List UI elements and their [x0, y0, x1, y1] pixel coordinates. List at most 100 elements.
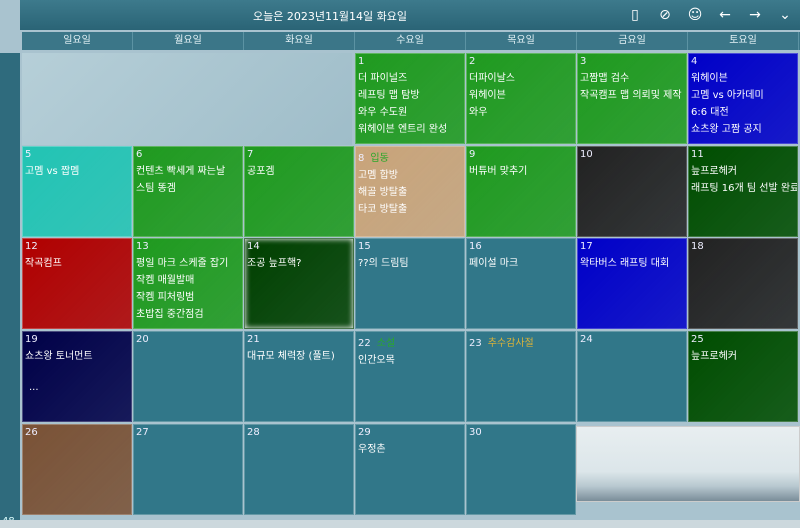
event-item[interactable]: 인간오목 [358, 352, 462, 369]
event-item[interactable]: 늪프로헤커 [691, 348, 795, 365]
arrow-left-icon[interactable]: ← [716, 5, 734, 25]
day-cell[interactable]: 1 더 파이널즈 레프팅 맵 탐방 와우 수도원 워헤이븐 엔트리 완성 [355, 53, 465, 144]
event-item[interactable]: 작곡캠프 맵 의뢰및 제작 [580, 87, 684, 104]
day-cell[interactable]: 7 공포겜 [244, 146, 354, 237]
event-item[interactable]: 더 파이널즈 [358, 70, 462, 87]
holiday-label: 소설 [376, 338, 396, 349]
event-item[interactable]: ... [25, 379, 129, 396]
day-number: 19 [25, 334, 38, 345]
day-cell[interactable]: 16 페이설 마크 [466, 238, 576, 329]
weekday-label: 화요일 [244, 32, 355, 50]
event-item[interactable]: 워헤이븐 엔트리 완성 [358, 121, 462, 138]
event-item[interactable]: 공포겜 [247, 163, 351, 180]
day-cell[interactable]: 15 ??의 드림팀 [355, 238, 465, 329]
day-cell[interactable]: 22 소설 인간오목 [355, 331, 465, 422]
event-item[interactable]: 페이설 마크 [469, 255, 573, 272]
day-number: 8 [358, 153, 365, 164]
event-item[interactable]: 해골 방탈출 [358, 184, 462, 201]
event-item[interactable]: 쇼츠왕 토너먼트 [25, 348, 129, 365]
day-cell[interactable]: 29 우정촌 [355, 424, 465, 515]
chevron-down-icon[interactable]: ⌄ [776, 5, 794, 25]
event-item[interactable]: 대규모 체력장 (풀트) [247, 348, 351, 365]
day-number: 29 [358, 427, 371, 438]
event-item[interactable]: 조공 늪프핵? [247, 255, 351, 272]
event-item[interactable]: 래프팅 16개 팀 선발 완료 [691, 180, 797, 197]
day-cell[interactable]: 13 평일 마크 스케줄 잡기 작켐 매월발매 작켐 피처링범 초밥집 중간점검 [133, 238, 243, 329]
event-item[interactable]: 고멤 vs 짭멤 [25, 163, 129, 180]
day-cell[interactable]: 4 워헤이븐 고멤 vs 아카데미 6:6 대전 쇼츠왕 고짬 공지 [688, 53, 798, 144]
bottom-bar [0, 520, 800, 528]
event-item[interactable]: 와우 수도원 [358, 104, 462, 121]
event-item[interactable]: 늪프로헤커 [691, 163, 795, 180]
event-item[interactable]: 와우 [469, 104, 573, 121]
day-number: 15 [358, 241, 371, 252]
day-number: 26 [25, 427, 38, 438]
event-item[interactable]: 6:6 대전 [691, 104, 795, 121]
event-item[interactable]: 워헤이븐 [469, 87, 573, 104]
day-number: 13 [136, 241, 149, 252]
day-cell[interactable]: 26 [22, 424, 132, 515]
event-item[interactable]: 고멤 vs 아카데미 [691, 87, 795, 104]
weekday-label: 금요일 [577, 32, 688, 50]
event-item[interactable]: 타코 방탈출 [358, 201, 462, 218]
day-cell[interactable]: 18 [688, 238, 798, 329]
event-item[interactable]: 컨텐츠 빡세게 짜는날 [136, 163, 240, 180]
event-item[interactable]: 평일 마크 스케줄 잡기 [136, 255, 240, 272]
day-cell[interactable]: 28 [244, 424, 354, 515]
day-number: 7 [247, 149, 254, 160]
event-item[interactable]: 쇼츠왕 고짬 공지 [691, 121, 795, 138]
event-item[interactable]: 작곡컴프 [25, 255, 129, 272]
day-cell[interactable]: 10 [577, 146, 687, 237]
day-cell[interactable]: 8 입동고멤 합방 해골 방탈출 타코 방탈출 [355, 146, 465, 237]
day-cell[interactable]: 17 왁타버스 래프팅 대회 [577, 238, 687, 329]
event-item[interactable]: 버튜버 맞추기 [469, 163, 573, 180]
day-number: 23 [469, 338, 482, 349]
day-cell[interactable]: 6 컨텐츠 빡세게 짜는날 스팀 똥겜 [133, 146, 243, 237]
person-icon[interactable]: ☺ [686, 5, 704, 25]
weekday-header: 일요일 월요일 화요일 수요일 목요일 금요일 토요일 [22, 32, 800, 50]
day-cell[interactable]: 5 고멤 vs 짭멤 [22, 146, 132, 237]
event-item[interactable]: 작켐 피처링범 [136, 289, 240, 306]
day-number: 6 [136, 149, 143, 160]
event-item[interactable]: 우정촌 [358, 441, 462, 458]
day-cell[interactable]: 30 [466, 424, 576, 515]
weekday-label: 수요일 [355, 32, 466, 50]
day-number: 5 [25, 149, 32, 160]
day-cell[interactable]: 20 [133, 331, 243, 422]
day-number: 4 [691, 56, 698, 67]
day-cell[interactable]: 11 늪프로헤커 래프팅 16개 팀 선발 완료 [688, 146, 798, 237]
day-number: 27 [136, 427, 149, 438]
event-item[interactable]: 초밥집 중간점검 [136, 306, 240, 323]
check-circle-icon[interactable]: ⊘ [656, 5, 674, 25]
day-cell[interactable]: 25 늪프로헤커 [688, 331, 798, 422]
event-item[interactable]: 더파이날스 [469, 70, 573, 87]
event-item[interactable]: 워헤이븐 [691, 70, 795, 87]
event-item[interactable]: 왁타버스 래프팅 대회 [580, 255, 684, 272]
day-cell[interactable]: 12 작곡컴프 [22, 238, 132, 329]
holiday-label: 추수감사절 [487, 338, 534, 349]
arrow-right-icon[interactable]: → [746, 5, 764, 25]
day-cell[interactable]: 9 버튜버 맞추기 [466, 146, 576, 237]
day-cell[interactable]: 23 추수감사절 [466, 331, 576, 422]
preview-thumbnail[interactable] [576, 426, 800, 502]
day-cell[interactable]: 21 대규모 체력장 (풀트) [244, 331, 354, 422]
day-cell[interactable]: 2 더파이날스 워헤이븐 와우 [466, 53, 576, 144]
day-number: 10 [580, 149, 593, 160]
event-item[interactable]: 스팀 똥겜 [136, 180, 240, 197]
day-cell[interactable]: 3 고짬맵 검수 작곡캠프 맵 의뢰및 제작 [577, 53, 687, 144]
day-number: 11 [691, 149, 704, 160]
event-item[interactable]: 작켐 매월발매 [136, 272, 240, 289]
day-cell[interactable]: 24 [577, 331, 687, 422]
weekday-label: 월요일 [133, 32, 244, 50]
event-item[interactable]: 고멤 합방 [358, 167, 462, 184]
day-cell[interactable]: 27 [133, 424, 243, 515]
holiday-label: 입동 [370, 153, 389, 164]
day-number: 9 [469, 149, 476, 160]
event-item[interactable]: ??의 드림팀 [358, 255, 462, 272]
day-cell[interactable]: 19 쇼츠왕 토너먼트... [22, 331, 132, 422]
day-number: 3 [580, 56, 587, 67]
event-item[interactable]: 고짬맵 검수 [580, 70, 684, 87]
event-item[interactable]: 레프팅 맵 탐방 [358, 87, 462, 104]
day-cell[interactable]: 14 조공 늪프핵? [244, 238, 354, 329]
phone-icon[interactable]: ▯ [626, 5, 644, 25]
